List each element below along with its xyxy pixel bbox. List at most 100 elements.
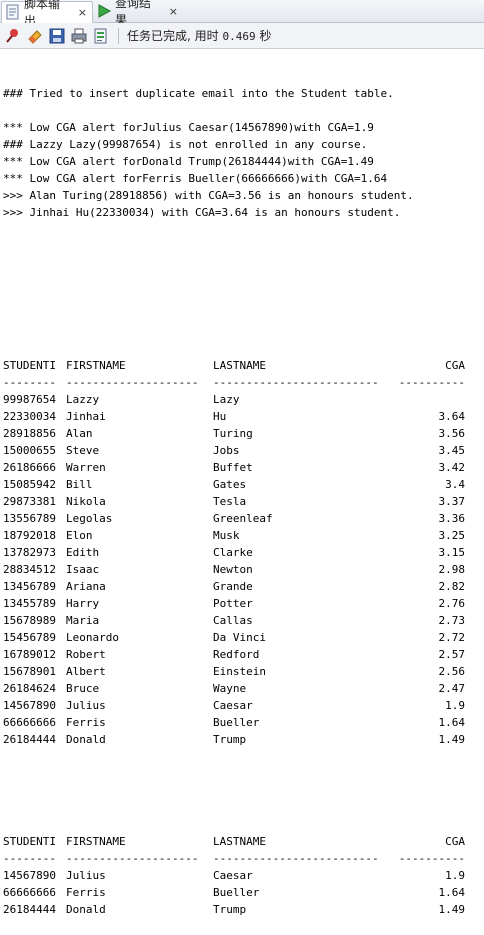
- column-separator: -------------------------: [213, 852, 379, 865]
- table-row: 16789012 Robert Redford 2.57: [3, 646, 481, 663]
- cell-first-name: Julius: [66, 699, 106, 712]
- cell-last-name: Callas: [213, 614, 253, 627]
- table-row: 13455789 Harry Potter 2.76: [3, 595, 481, 612]
- cell-cga: 1.9: [445, 699, 465, 712]
- cell-student-id: 15085942: [3, 478, 56, 491]
- output-message-line: *** Low CGA alert forFerris Bueller(6666…: [3, 172, 388, 185]
- cell-student-id: 15456789: [3, 631, 56, 644]
- cell-last-name: Da Vinci: [213, 631, 266, 644]
- table-row: 18792018 Elon Musk 3.25: [3, 527, 481, 544]
- output-message-line: [3, 102, 481, 119]
- cell-cga: 3.37: [438, 495, 466, 508]
- table-header-row: STUDENTI FIRSTNAME LASTNAME CGA: [3, 357, 481, 374]
- cell-student-id: 99987654: [3, 393, 56, 406]
- cell-student-id: 13556789: [3, 512, 56, 525]
- cell-first-name: Edith: [66, 546, 100, 559]
- message-log: ### Tried to insert duplicate email into…: [3, 85, 481, 221]
- output-message-line: *** Low CGA alert forDonald Trump(261844…: [3, 155, 374, 168]
- cell-last-name: Bueller: [213, 886, 260, 899]
- task-status: 任务已完成, 用时 0.469 秒: [127, 27, 271, 44]
- table-row: 29873381 Nikola Tesla 3.37: [3, 493, 481, 510]
- cell-cga: 2.57: [438, 648, 466, 661]
- table-row: 14567890 Julius Caesar 1.9: [3, 697, 481, 714]
- cell-student-id: 18792018: [3, 529, 56, 542]
- cell-last-name: Redford: [213, 648, 260, 661]
- cell-cga: 1.9: [445, 869, 465, 882]
- cell-student-id: 28918856: [3, 427, 56, 440]
- cell-last-name: Caesar: [213, 699, 253, 712]
- table-row: 14567890 Julius Caesar 1.9: [3, 867, 481, 884]
- output-message-line: ### Tried to insert duplicate email into…: [3, 87, 394, 100]
- toolbar-divider: [118, 27, 119, 44]
- cell-student-id: 66666666: [3, 716, 56, 729]
- cell-first-name: Warren: [66, 461, 106, 474]
- cell-cga: 3.45: [438, 444, 466, 457]
- output-toolbar: 任务已完成, 用时 0.469 秒: [0, 23, 484, 49]
- close-icon[interactable]: ×: [78, 6, 87, 19]
- table-row: 66666666 Ferris Bueller 1.64: [3, 884, 481, 901]
- table-row: 13556789 Legolas Greenleaf 3.36: [3, 510, 481, 527]
- column-separator: ----------: [398, 852, 465, 865]
- column-header-last-name: LASTNAME: [213, 835, 266, 848]
- column-header-cga: CGA: [445, 359, 465, 372]
- cell-first-name: Bill: [66, 478, 93, 491]
- cell-student-id: 22330034: [3, 410, 56, 423]
- cell-first-name: Ferris: [66, 716, 106, 729]
- cell-cga: 3.42: [438, 461, 466, 474]
- column-header-cga: CGA: [445, 835, 465, 848]
- cell-cga: 2.47: [438, 682, 466, 695]
- cell-first-name: Nikola: [66, 495, 106, 508]
- student-table-low-cga: STUDENTI FIRSTNAME LASTNAME CGA -------- ----…: [3, 833, 481, 918]
- time-unit: 秒: [255, 29, 272, 43]
- cell-cga: 2.72: [438, 631, 466, 644]
- tab-query-result[interactable]: 查询结果 ×: [93, 0, 183, 27]
- table-row: 22330034 Jinhai Hu 3.64: [3, 408, 481, 425]
- table-row: 26184444 Donald Trump 1.49: [3, 901, 481, 918]
- output-message-line: ### Lazzy Lazy(99987654) is not enrolled…: [3, 138, 368, 151]
- export-icon[interactable]: [92, 27, 110, 45]
- column-header-first-name: FIRSTNAME: [66, 359, 126, 372]
- column-separator: --------: [3, 852, 56, 865]
- cell-first-name: Donald: [66, 733, 106, 746]
- column-separator: --------------------: [66, 376, 199, 389]
- column-header-first-name: FIRSTNAME: [66, 835, 126, 848]
- tab-script-output[interactable]: 脚本输出 ×: [1, 0, 93, 28]
- cell-first-name: Robert: [66, 648, 106, 661]
- cell-last-name: Trump: [213, 903, 247, 916]
- cell-student-id: 66666666: [3, 886, 56, 899]
- cell-last-name: Gates: [213, 478, 247, 491]
- cell-cga: 3.25: [438, 529, 466, 542]
- cell-last-name: Tesla: [213, 495, 247, 508]
- tab-bar: 脚本输出 × 查询结果 ×: [0, 0, 484, 28]
- cell-student-id: 14567890: [3, 699, 56, 712]
- close-icon[interactable]: ×: [169, 5, 178, 18]
- save-icon[interactable]: [48, 27, 66, 45]
- table-row: 26186666 Warren Buffet 3.42: [3, 459, 481, 476]
- script-output-area: ### Tried to insert duplicate email into…: [3, 51, 481, 935]
- cell-cga: 2.56: [438, 665, 466, 678]
- eraser-icon[interactable]: [26, 27, 44, 45]
- cell-cga: 3.4: [445, 478, 465, 491]
- cell-student-id: 15678901: [3, 665, 56, 678]
- elapsed-time: 0.469: [222, 30, 256, 43]
- cell-last-name: Einstein: [213, 665, 266, 678]
- cell-first-name: Jinhai: [66, 410, 106, 423]
- cell-first-name: Lazzy: [66, 393, 100, 406]
- table-row: 28918856 Alan Turing 3.56: [3, 425, 481, 442]
- pin-icon[interactable]: [4, 27, 22, 45]
- cell-student-id: 29873381: [3, 495, 56, 508]
- print-icon[interactable]: [70, 27, 88, 45]
- cell-last-name: Buffet: [213, 461, 253, 474]
- cell-student-id: 26184444: [3, 903, 56, 916]
- cell-first-name: Ariana: [66, 580, 106, 593]
- table-row: 15456789 Leonardo Da Vinci 2.72: [3, 629, 481, 646]
- cell-cga: 3.36: [438, 512, 466, 525]
- table-row: 13782973 Edith Clarke 3.15: [3, 544, 481, 561]
- cell-first-name: Elon: [66, 529, 93, 542]
- cell-student-id: 13782973: [3, 546, 56, 559]
- table-separator-row: -------- -------------------- ------------…: [3, 374, 481, 391]
- cell-last-name: Musk: [213, 529, 240, 542]
- cell-first-name: Maria: [66, 614, 100, 627]
